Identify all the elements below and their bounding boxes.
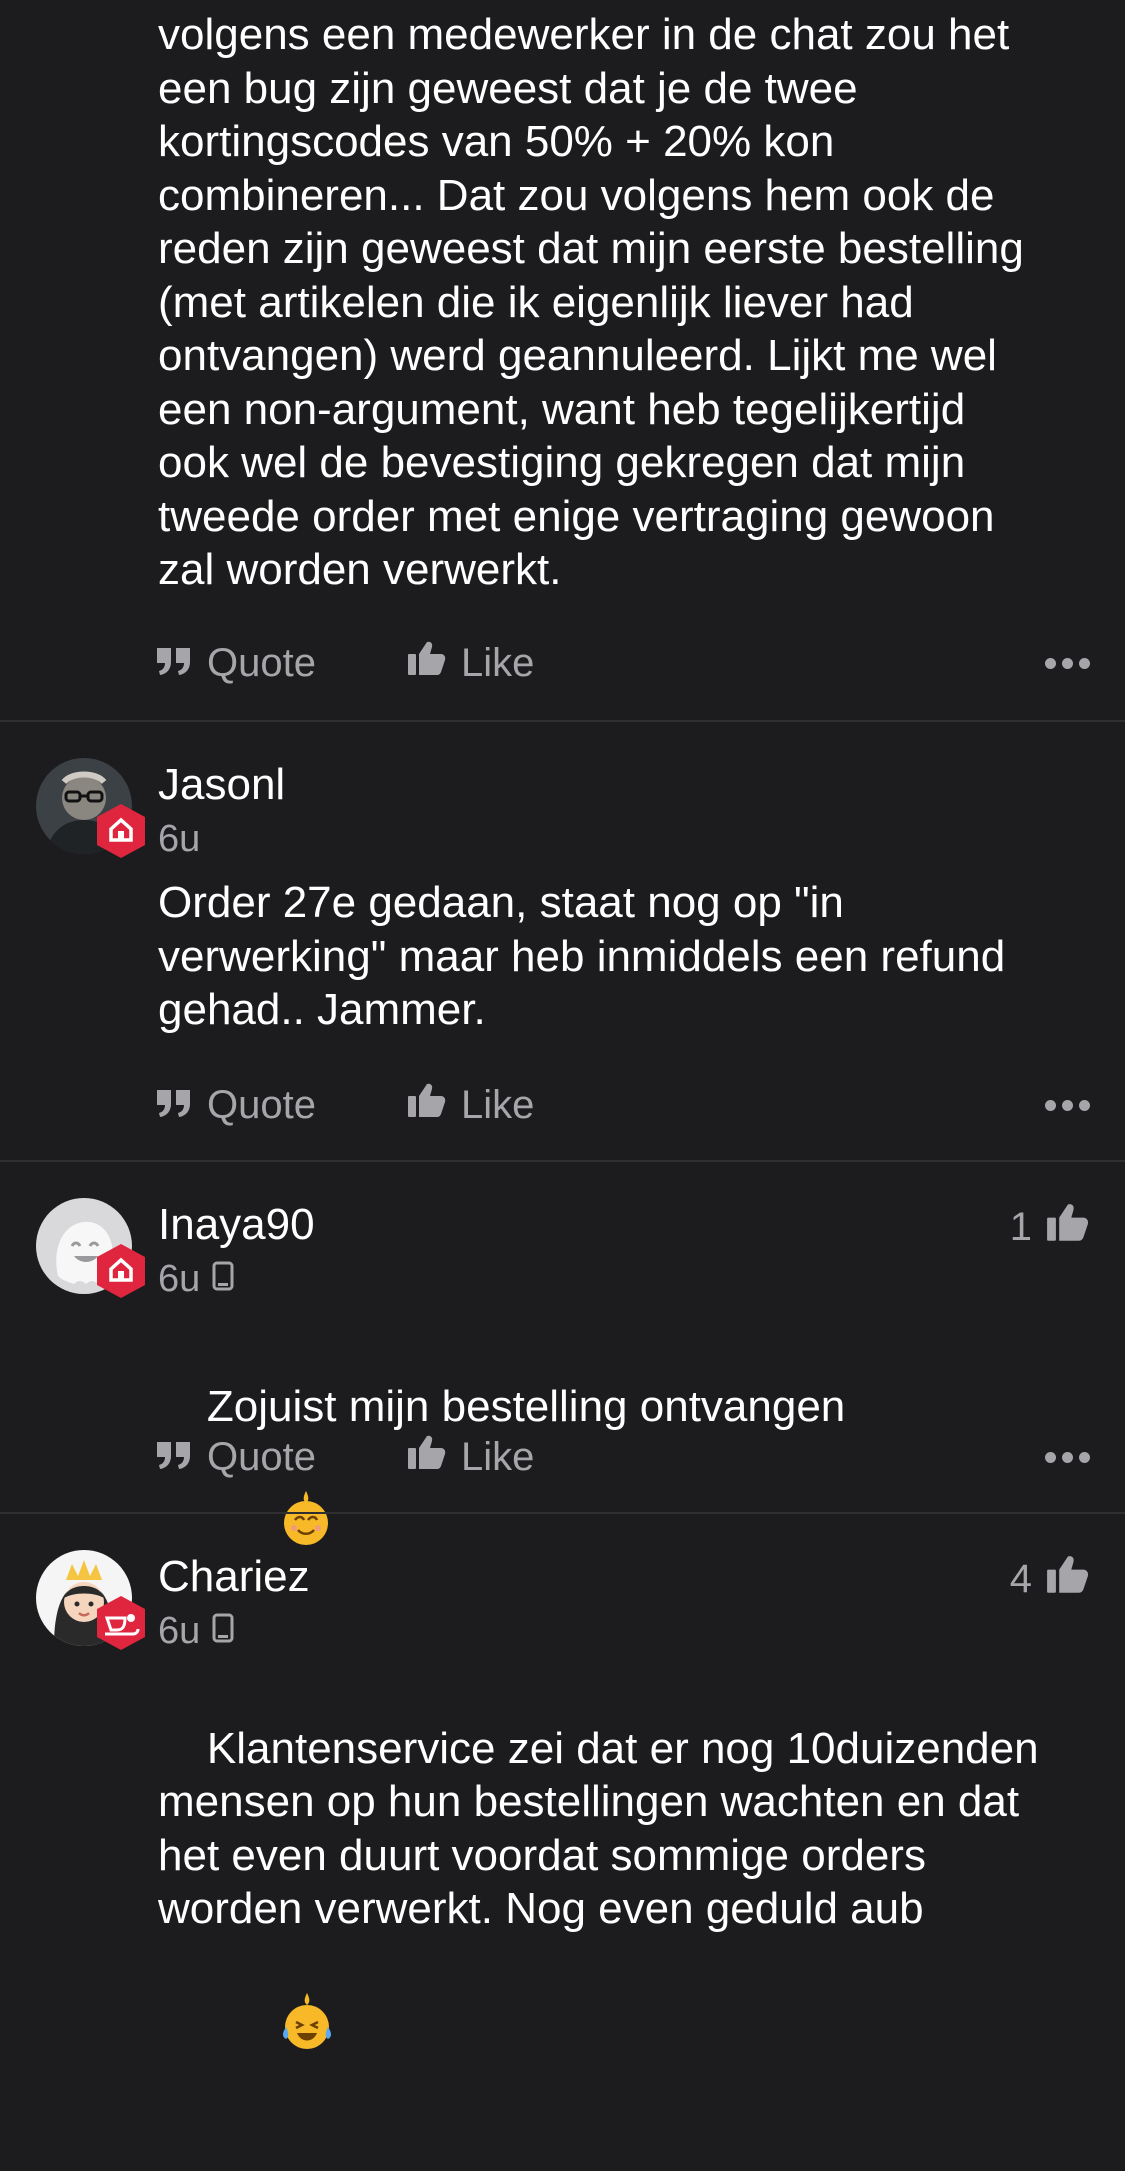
mobile-device-icon [212, 1610, 234, 1653]
like-label: Like [461, 640, 535, 685]
time-label: 6u [158, 818, 201, 860]
post-body: Order 27e gedaan, staat nog op "in verwe… [158, 878, 1006, 1034]
post-body-text: Zojuist mijn bestelling ontvangen [206, 1381, 846, 1431]
post-time: 6u [158, 1610, 234, 1653]
thumbs-up-icon [407, 1434, 447, 1480]
post: Chariez 6u 4 Klantenservice zei dat er n… [0, 1514, 1125, 2049]
time-label: 6u [158, 1258, 201, 1300]
username[interactable]: Inaya90 [158, 1200, 315, 1250]
quote-button[interactable]: Quote [155, 1432, 316, 1482]
quote-icon [155, 641, 193, 686]
sleigh-badge-icon [95, 1594, 147, 1652]
laughing-tears-emoji-icon [207, 1936, 334, 2118]
post-body-text: Klantenservice zei dat er nog 10duizende… [158, 1723, 1039, 1934]
quote-label: Quote [207, 640, 316, 685]
quote-button[interactable]: Quote [155, 1080, 316, 1130]
like-button[interactable]: Like [407, 1432, 534, 1482]
post-body: volgens een medewerker in de chat zou he… [158, 10, 1024, 594]
thumbs-up-icon [407, 640, 447, 686]
time-label: 6u [158, 1610, 201, 1652]
quote-icon [155, 1083, 193, 1128]
thumbs-up-icon [407, 1082, 447, 1128]
username[interactable]: Jasonl [158, 760, 285, 810]
thumbs-up-icon [1046, 1202, 1090, 1252]
post-partial: volgens een medewerker in de chat zou he… [0, 0, 1125, 720]
post-body: Klantenservice zei dat er nog 10duizende… [158, 1668, 1088, 2171]
mobile-device-icon [212, 1258, 234, 1301]
post: Jasonl 6u Order 27e gedaan, staat nog op… [0, 722, 1125, 1160]
house-badge-icon [95, 802, 147, 860]
like-label: Like [461, 1434, 535, 1479]
thumbs-up-icon [1046, 1554, 1090, 1604]
house-badge-icon [95, 1242, 147, 1300]
more-options-icon[interactable] [1039, 1432, 1090, 1482]
post-time: 6u [158, 1258, 234, 1301]
post-actions: Quote Like [155, 638, 1090, 688]
quote-label: Quote [207, 1082, 316, 1127]
more-options-icon[interactable] [1039, 638, 1090, 688]
more-options-icon[interactable] [1039, 1080, 1090, 1130]
like-count[interactable]: 4 [1010, 1554, 1090, 1604]
quote-icon [155, 1435, 193, 1480]
username[interactable]: Chariez [158, 1552, 310, 1602]
like-count[interactable]: 1 [1010, 1202, 1090, 1252]
post-actions: Quote Like [155, 1080, 1090, 1130]
post-time: 6u [158, 818, 200, 861]
like-button[interactable]: Like [407, 1080, 534, 1130]
post: Inaya90 6u 1 Zojuist mijn bestelling ont… [0, 1162, 1125, 1545]
quote-label: Quote [207, 1434, 316, 1479]
like-label: Like [461, 1082, 535, 1127]
like-count-number: 4 [1009, 1556, 1032, 1601]
quote-button[interactable]: Quote [155, 638, 316, 688]
post-actions: Quote Like [155, 1432, 1090, 1482]
like-count-number: 1 [1009, 1204, 1032, 1249]
like-button[interactable]: Like [407, 638, 534, 688]
